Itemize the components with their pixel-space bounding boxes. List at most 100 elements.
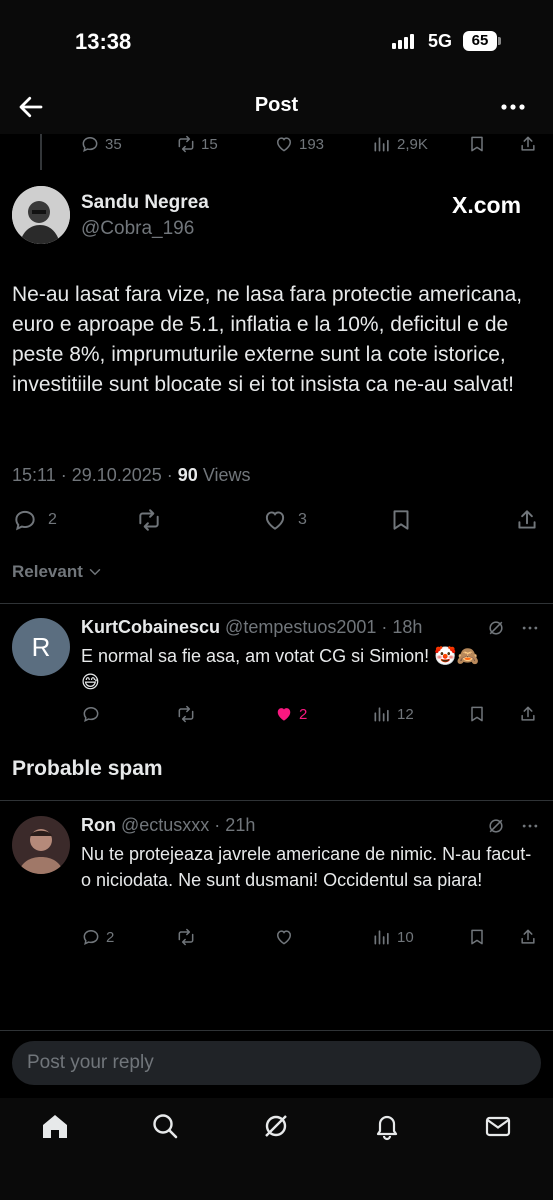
heart-filled-icon [277,708,291,721]
repost-icon [178,135,194,153]
heart-icon [276,930,292,945]
bookmark-button[interactable] [467,926,487,948]
views-count: 10 [397,928,414,946]
signal-icon [392,33,418,49]
grok-icon[interactable] [261,1111,291,1141]
sort-label: Relevant [12,562,83,581]
battery-icon: 65 [463,31,501,51]
like-button[interactable] [274,926,294,948]
network-type: 5G [428,31,453,51]
share-icon [521,929,535,944]
repost-icon [178,928,194,946]
views-button[interactable]: 12 [372,703,414,725]
views-button[interactable]: 10 [372,926,414,948]
reply-button[interactable]: 2 [81,926,114,948]
reply-author-name[interactable]: KurtCobainescu [81,617,220,637]
views-button[interactable]: 2,9K [372,133,428,155]
grok-icon[interactable] [486,618,506,643]
search-icon[interactable] [150,1111,180,1141]
share-button[interactable] [518,926,538,948]
bookmark-icon [393,510,409,530]
status-time: 13:38 [75,29,132,54]
reply-handle-time[interactable]: @ectusxxx · 21h [121,815,255,835]
reply-count: 35 [105,135,122,153]
reply-avatar[interactable]: R [12,618,70,676]
repost-icon [139,509,159,531]
parent-actions: 35 15 193 2,9K [0,133,553,155]
bookmark-icon [471,929,483,945]
bookmark-icon [471,706,483,722]
reply-actions: 2 10 [0,926,553,948]
battery-level: 65 [463,31,497,51]
grok-icon[interactable] [486,816,506,841]
reply-button[interactable] [81,703,101,725]
reply-input-placeholder: Post your reply [27,1052,154,1073]
repost-button[interactable] [136,506,162,534]
reply-icon [82,136,98,152]
reply-icon [15,510,35,531]
more-options-icon[interactable] [498,92,528,122]
more-options-icon[interactable] [519,618,541,643]
section-heading: Probable spam [12,757,163,780]
like-count: 2 [299,705,308,723]
views-count: 12 [397,705,414,723]
like-button[interactable]: 2 [274,703,307,725]
reply-header: KurtCobainescu @tempestuos2001 · 18h [81,617,422,638]
reply-header: Ron @ectusxxx · 21h [81,815,255,836]
like-button[interactable]: 3 [262,506,307,534]
reply-button[interactable]: 35 [80,133,122,155]
views-icon [374,930,389,945]
views-count: 2,9K [397,135,428,153]
bookmark-icon [471,136,483,152]
reply-icon [83,706,99,722]
share-icon [521,136,535,151]
heart-icon [276,137,292,152]
share-button[interactable] [514,506,540,534]
divider [0,800,553,801]
views-icon [374,137,389,152]
messages-icon[interactable] [483,1111,513,1141]
page-title: Post [254,94,299,116]
bookmark-button[interactable] [467,703,487,725]
like-button[interactable]: 193 [274,133,324,155]
repost-icon [178,705,194,723]
author-avatar[interactable] [12,186,70,244]
chevron-down-icon [89,569,101,576]
author-name[interactable]: Sandu Negrea [81,192,209,214]
reply-count: 2 [106,928,115,946]
bookmark-button[interactable] [467,133,487,155]
share-icon [518,510,536,529]
heart-icon [265,511,285,530]
post-actions: 2 3 [0,506,553,534]
source-watermark: X.com [452,192,522,218]
share-button[interactable] [518,133,538,155]
repost-button[interactable] [176,703,196,725]
post-views-count: 90 [177,465,198,485]
share-icon [521,706,535,721]
author-handle[interactable]: @Cobra_196 [81,218,194,240]
divider [0,1030,553,1031]
like-count: 3 [298,511,307,528]
reply-handle-time[interactable]: @tempestuos2001 · 18h [225,617,422,637]
share-button[interactable] [518,703,538,725]
reply-count: 2 [48,511,57,528]
reply-button[interactable]: 2 [12,506,57,534]
post-views-label: Views [197,465,251,485]
sort-dropdown[interactable]: Relevant [12,562,104,582]
more-options-icon[interactable] [519,816,541,841]
reply-actions: 2 12 [0,703,553,725]
post-text: Ne-au lasat fara vize, ne lasa fara prot… [12,283,523,396]
home-icon[interactable] [40,1111,70,1141]
reply-avatar[interactable] [12,816,70,874]
views-icon [374,707,389,722]
reply-icon [83,929,99,945]
like-count: 193 [299,135,325,153]
repost-count: 15 [201,135,218,153]
bookmark-button[interactable] [388,506,414,534]
notifications-bell-icon[interactable] [372,1111,402,1141]
post-timestamp: 15:11 · 29.10.2025 · [12,465,178,485]
repost-button[interactable] [176,926,196,948]
reply-author-name[interactable]: Ron [81,815,116,835]
repost-button[interactable]: 15 [176,133,218,155]
reply-text: Nu te protejeaza javrele americane de ni… [81,844,532,890]
